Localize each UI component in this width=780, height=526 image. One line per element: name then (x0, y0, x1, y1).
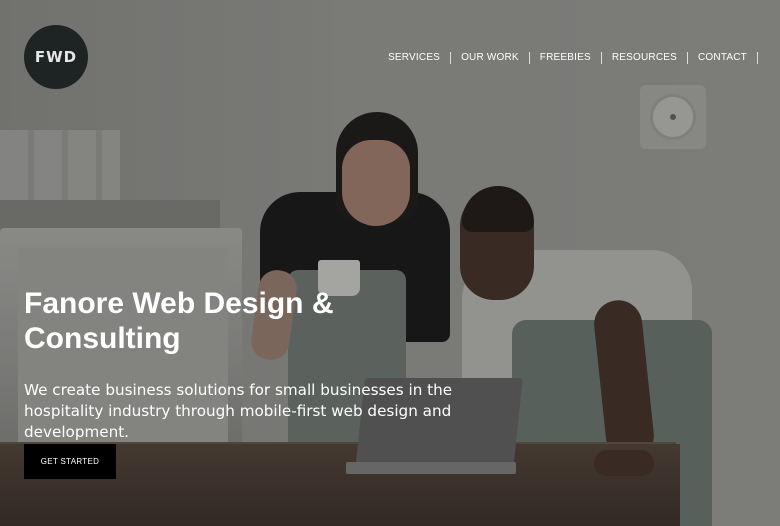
hero-background-photo (0, 0, 780, 526)
logo[interactable]: FWD (24, 25, 88, 89)
nav-item-freebies[interactable]: FREEBIES (530, 52, 602, 64)
main-navigation: SERVICES OUR WORK FREEBIES RESOURCES CON… (388, 51, 758, 65)
hero-title: Fanore Web Design & Consulting (24, 287, 334, 355)
nav-item-services[interactable]: SERVICES (388, 52, 452, 64)
nav-item-resources[interactable]: RESOURCES (602, 52, 688, 64)
hero-section: FWD SERVICES OUR WORK FREEBIES RESOURCES… (0, 0, 780, 526)
hero-subtitle: We create business solutions for small b… (24, 381, 453, 441)
dark-overlay (0, 0, 780, 526)
get-started-button[interactable]: GET STARTED (24, 444, 116, 479)
nav-item-contact[interactable]: CONTACT (688, 52, 758, 64)
nav-item-our-work[interactable]: OUR WORK (451, 52, 530, 64)
